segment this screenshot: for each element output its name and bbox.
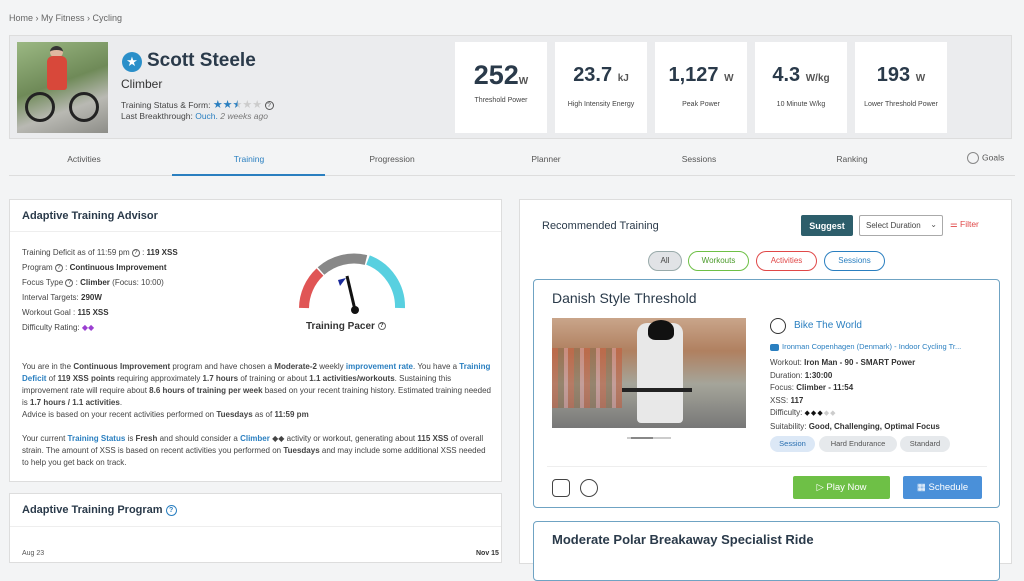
tag-hard-endurance: Hard Endurance	[819, 436, 897, 452]
advisor-title: Adaptive Training Advisor	[22, 210, 158, 222]
profile-name: Scott Steele	[147, 50, 256, 71]
pill-all[interactable]: All	[648, 251, 682, 271]
star-badge-icon: ★	[122, 52, 142, 72]
training-pacer-gauge	[299, 253, 405, 314]
recommended-title: Recommended Training	[542, 220, 659, 232]
help-icon[interactable]: ?	[131, 248, 140, 257]
workout-card-2: Moderate Polar Breakaway Specialist Ride	[533, 521, 1000, 581]
profile-header: ★ Scott Steele Climber Training Status &…	[9, 35, 1012, 139]
stat-10min-wkg: 4.3 W/kg 10 Minute W/kg	[755, 42, 847, 133]
stat-threshold-power: 252W Threshold Power	[455, 42, 547, 133]
stat-lower-threshold-power: 193 W Lower Threshold Power	[855, 42, 947, 133]
status-stars: ★★★★★	[212, 99, 263, 111]
active-tab-indicator	[172, 174, 325, 176]
workout-title-2[interactable]: Moderate Polar Breakaway Specialist Ride	[552, 532, 814, 547]
tab-training[interactable]: Training	[199, 154, 299, 164]
workout-title[interactable]: Danish Style Threshold	[552, 290, 696, 306]
sliders-icon: ⚌	[950, 219, 958, 229]
difficulty-diamonds: ◆◆	[81, 323, 95, 332]
profile-photo	[17, 42, 108, 133]
image-carousel-indicator[interactable]	[627, 437, 671, 439]
breakthrough-link[interactable]: Ouch.	[195, 111, 218, 121]
help-icon[interactable]: ?	[377, 322, 386, 331]
help-icon[interactable]: ?	[65, 278, 74, 287]
help-icon[interactable]: ?	[54, 263, 63, 272]
main-tabs: Activities Training Progression Planner …	[9, 146, 1015, 176]
calendar-icon: ▦	[916, 482, 926, 493]
help-icon[interactable]: ?	[165, 504, 177, 516]
video-link[interactable]: Ironman Copenhagen (Denmark) - Indoor Cy…	[770, 342, 961, 351]
stat-high-intensity-energy: 23.7 kJ High Intensity Energy	[555, 42, 647, 133]
training-pacer-label: Training Pacer ?	[306, 321, 386, 332]
chat-icon[interactable]	[580, 479, 598, 497]
target-icon	[967, 152, 979, 164]
tab-progression[interactable]: Progression	[352, 154, 432, 164]
filter-button[interactable]: ⚌ Filter	[950, 219, 979, 230]
pill-sessions[interactable]: Sessions	[824, 251, 885, 271]
difficulty-diamonds: ◆◆◆◆◆	[804, 410, 837, 417]
help-icon[interactable]: ?	[264, 101, 274, 111]
advisor-facts: Training Deficit as of 11:59 pm ? : 119 …	[22, 248, 178, 332]
tag-standard: Standard	[900, 436, 950, 452]
tag-session: Session	[770, 436, 815, 452]
provider-link[interactable]: Bike The World	[794, 320, 862, 331]
last-breakthrough: Last Breakthrough: Ouch. 2 weeks ago	[121, 111, 268, 121]
suggest-button[interactable]: Suggest	[801, 215, 853, 236]
goals-link[interactable]: Goals	[967, 152, 1004, 164]
workout-details: Workout: Iron Man - 90 - SMART Power Dur…	[770, 358, 940, 431]
workout-card: Danish Style Threshold Bike The World Ir…	[533, 279, 1000, 508]
tab-ranking[interactable]: Ranking	[812, 154, 892, 164]
training-status: Training Status & Form: ★★★★★ ?	[121, 98, 274, 111]
tab-sessions[interactable]: Sessions	[659, 154, 739, 164]
pill-activities[interactable]: Activities	[756, 251, 817, 271]
profile-type: Climber	[121, 77, 163, 91]
schedule-button[interactable]: ▦ Schedule	[903, 476, 982, 499]
training-status-link[interactable]: Training Status	[68, 434, 126, 443]
breadcrumb[interactable]: Home › My Fitness › Cycling	[9, 13, 122, 23]
recommended-training: Recommended Training Suggest Select Dura…	[519, 199, 1012, 581]
pill-workouts[interactable]: Workouts	[688, 251, 749, 271]
improvement-rate-link[interactable]: improvement rate	[346, 362, 413, 371]
youtube-icon	[770, 343, 779, 351]
bike-the-world-logo-icon	[770, 318, 786, 334]
stat-peak-power: 1,127 W Peak Power	[655, 42, 747, 133]
adaptive-training-program: Adaptive Training Program ? Aug 23 Nov 1…	[9, 493, 502, 563]
tab-planner[interactable]: Planner	[506, 154, 586, 164]
program-title: Adaptive Training Program ?	[22, 504, 177, 516]
play-icon: ▷	[816, 482, 824, 493]
play-now-button[interactable]: ▷ Play Now	[793, 476, 890, 499]
duration-select[interactable]: Select Duration ⌄	[859, 215, 943, 236]
advisor-status-paragraph: Your current Training Status is Fresh an…	[22, 434, 486, 467]
chevron-down-icon: ⌄	[930, 220, 937, 229]
advisor-basis: Advice is based on your recent activitie…	[22, 410, 309, 419]
adaptive-training-advisor: Adaptive Training Advisor Training Defic…	[9, 199, 502, 482]
video-preview-icon[interactable]	[552, 479, 570, 497]
advisor-paragraph: You are in the Continuous Improvement pr…	[22, 362, 491, 407]
tab-activities[interactable]: Activities	[49, 154, 119, 164]
workout-thumbnail[interactable]	[552, 318, 746, 428]
